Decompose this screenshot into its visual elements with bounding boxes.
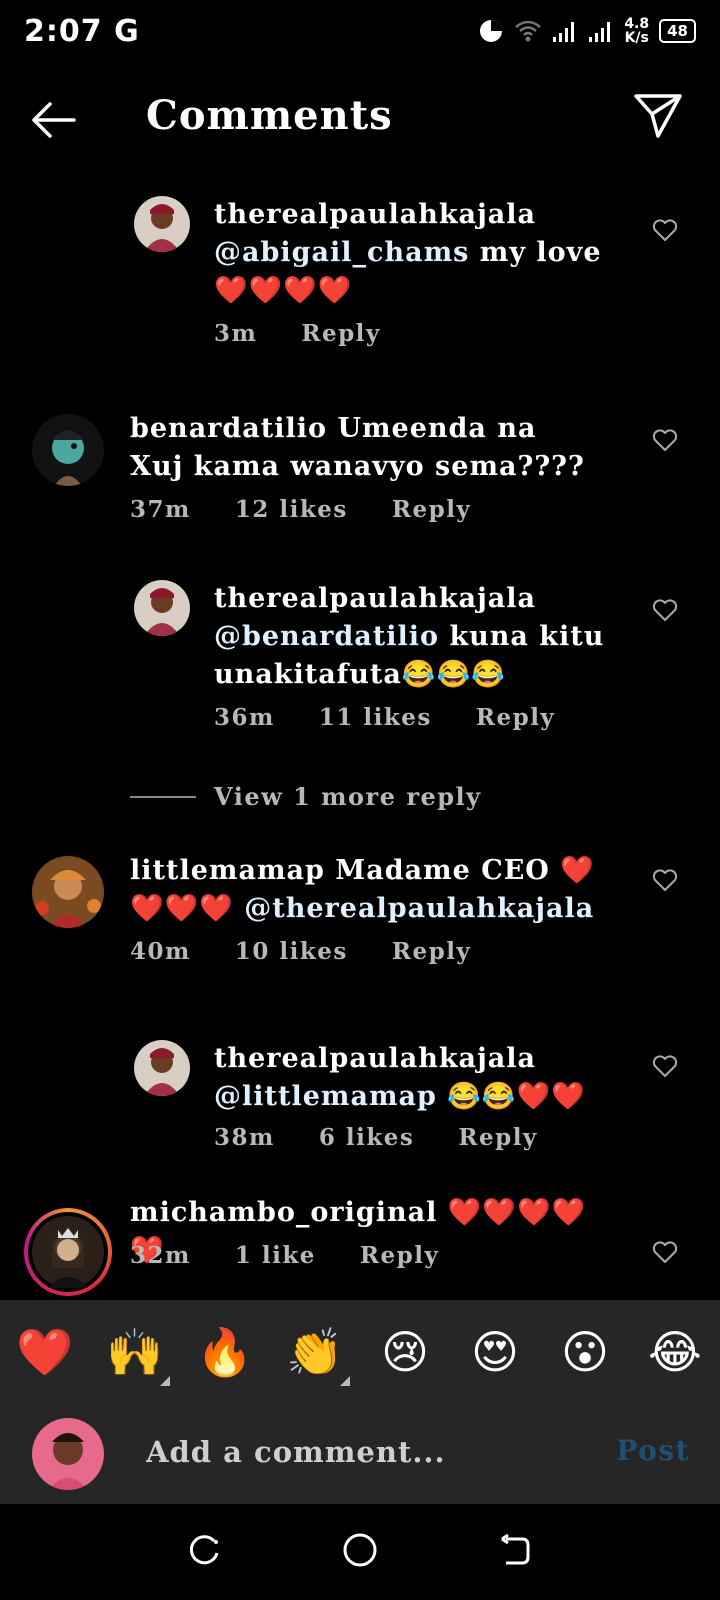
back-button[interactable] bbox=[28, 94, 80, 150]
back-nav-icon bbox=[501, 1533, 530, 1565]
heart-icon bbox=[652, 869, 678, 891]
emoji-heart-button[interactable]: ❤️ bbox=[10, 1325, 80, 1380]
emoji-laughing-button[interactable]: 😂 bbox=[640, 1325, 710, 1379]
comment-mention[interactable]: @therealpaulahkajala bbox=[244, 893, 594, 924]
comment-text: therealpaulahkajala @abigail_chams my lo… bbox=[214, 199, 602, 306]
data-saver-icon bbox=[480, 20, 503, 42]
avatar[interactable] bbox=[134, 580, 190, 636]
share-button[interactable] bbox=[632, 90, 684, 146]
emoji-clap-button[interactable]: 👏 bbox=[280, 1325, 350, 1386]
comment-likes[interactable]: 6 likes bbox=[319, 1124, 415, 1151]
heart-icon bbox=[652, 1241, 678, 1263]
comment-username[interactable]: therealpaulahkajala bbox=[214, 199, 536, 230]
reply-button[interactable]: Reply bbox=[392, 496, 471, 523]
skin-tone-indicator bbox=[160, 1375, 170, 1386]
like-button[interactable] bbox=[652, 868, 678, 896]
reply-button[interactable]: Reply bbox=[360, 1242, 439, 1269]
comment-username[interactable]: therealpaulahkajala bbox=[214, 583, 536, 614]
user-avatar bbox=[32, 1418, 104, 1490]
emoji-crying-button[interactable]: 😢 bbox=[370, 1325, 440, 1379]
comment-mention[interactable]: @abigail_chams bbox=[214, 237, 469, 268]
comment-text: therealpaulahkajala @benardatilio kuna k… bbox=[214, 583, 605, 690]
reply-button[interactable]: Reply bbox=[392, 938, 471, 965]
comment-likes[interactable]: 11 likes bbox=[319, 704, 432, 731]
emoji-fire-button[interactable]: 🔥 bbox=[190, 1325, 260, 1380]
emoji-heart-eyes-button[interactable]: 😍 bbox=[460, 1325, 530, 1379]
comment-mention[interactable]: @benardatilio bbox=[214, 621, 439, 652]
comment-username[interactable]: michambo_original bbox=[130, 1197, 437, 1228]
status-time: 2:07 G bbox=[24, 14, 140, 49]
skin-tone-indicator bbox=[340, 1375, 350, 1386]
comment-time: 38m bbox=[214, 1124, 275, 1151]
like-button[interactable] bbox=[652, 428, 678, 456]
post-button[interactable]: Post bbox=[616, 1434, 690, 1467]
status-icons: 4.8 K/s 48 bbox=[478, 14, 696, 48]
comment-meta: 3m Reply bbox=[214, 320, 381, 347]
comment-text: benardatilio Umeenda na Xuj kama wanavyo… bbox=[130, 413, 585, 482]
emoji-raised-hands-button[interactable]: 🙌 bbox=[100, 1325, 170, 1386]
status-bar: 2:07 G 4.8 K/s 48 bbox=[0, 0, 720, 62]
like-button[interactable] bbox=[652, 1240, 678, 1268]
comment-meta: 38m 6 likes Reply bbox=[214, 1124, 538, 1151]
comment-username[interactable]: littlemamap bbox=[130, 855, 325, 886]
avatar[interactable] bbox=[24, 1208, 112, 1296]
page-title: Comments bbox=[146, 92, 393, 139]
comment-meta: 40m 10 likes Reply bbox=[130, 938, 471, 965]
recents-icon bbox=[189, 1535, 219, 1565]
emoji-surprised-button[interactable]: 😮 bbox=[550, 1325, 620, 1379]
comment-time: 40m bbox=[130, 938, 191, 965]
home-circle-icon bbox=[343, 1533, 377, 1567]
nav-back-button[interactable] bbox=[498, 1533, 532, 1571]
like-button[interactable] bbox=[652, 1054, 678, 1082]
comment-meta: 32m 1 like Reply bbox=[130, 1242, 439, 1269]
heart-icon bbox=[652, 219, 678, 241]
comment-time: 3m bbox=[214, 320, 258, 347]
reply-button[interactable]: Reply bbox=[458, 1124, 537, 1151]
emoji-quick-bar: ❤️ 🙌 🔥 👏 😢 😍 😮 😂 bbox=[0, 1300, 720, 1404]
view-more-replies[interactable]: View 1 more reply bbox=[130, 782, 482, 811]
nav-recents-button[interactable] bbox=[188, 1533, 222, 1571]
divider bbox=[130, 795, 196, 798]
nav-home-button[interactable] bbox=[342, 1532, 378, 1572]
comment-username[interactable]: benardatilio bbox=[130, 413, 327, 444]
reply-button[interactable]: Reply bbox=[301, 320, 380, 347]
comment-text: littlemamap Madame CEO ❤️❤️❤️❤️ @thereal… bbox=[130, 855, 595, 924]
comment-composer: Post bbox=[0, 1404, 720, 1504]
comment-time: 32m bbox=[130, 1242, 191, 1269]
paper-plane-icon bbox=[634, 94, 682, 138]
comment-time: 36m bbox=[214, 704, 275, 731]
comment-input[interactable] bbox=[144, 1434, 568, 1470]
avatar[interactable] bbox=[32, 856, 104, 928]
heart-icon bbox=[652, 429, 678, 451]
like-button[interactable] bbox=[652, 218, 678, 246]
comment-meta: 36m 11 likes Reply bbox=[214, 704, 555, 731]
comment-time: 37m bbox=[130, 496, 191, 523]
comment-text: therealpaulahkajala @littlemamap 😂😂❤️❤️ bbox=[214, 1043, 586, 1112]
wifi-icon bbox=[515, 20, 542, 42]
signal-icon-1 bbox=[553, 22, 575, 42]
network-speed: 4.8 K/s bbox=[624, 16, 650, 46]
comment-likes[interactable]: 10 likes bbox=[235, 938, 348, 965]
battery-indicator: 48 bbox=[659, 19, 696, 43]
comment-username[interactable]: therealpaulahkajala bbox=[214, 1043, 536, 1074]
system-nav-bar bbox=[0, 1504, 720, 1600]
like-button[interactable] bbox=[652, 598, 678, 626]
comment-likes[interactable]: 1 like bbox=[235, 1242, 316, 1269]
signal-icon-2 bbox=[589, 22, 611, 42]
avatar[interactable] bbox=[134, 1040, 190, 1096]
reply-button[interactable]: Reply bbox=[476, 704, 555, 731]
avatar[interactable] bbox=[134, 196, 190, 252]
comment-mention[interactable]: @littlemamap bbox=[214, 1081, 437, 1112]
heart-icon bbox=[652, 1055, 678, 1077]
header: Comments bbox=[0, 88, 720, 152]
comment-meta: 37m 12 likes Reply bbox=[130, 496, 471, 523]
comment-likes[interactable]: 12 likes bbox=[235, 496, 348, 523]
heart-icon bbox=[652, 599, 678, 621]
avatar[interactable] bbox=[32, 414, 104, 486]
arrow-left-icon bbox=[32, 102, 76, 138]
